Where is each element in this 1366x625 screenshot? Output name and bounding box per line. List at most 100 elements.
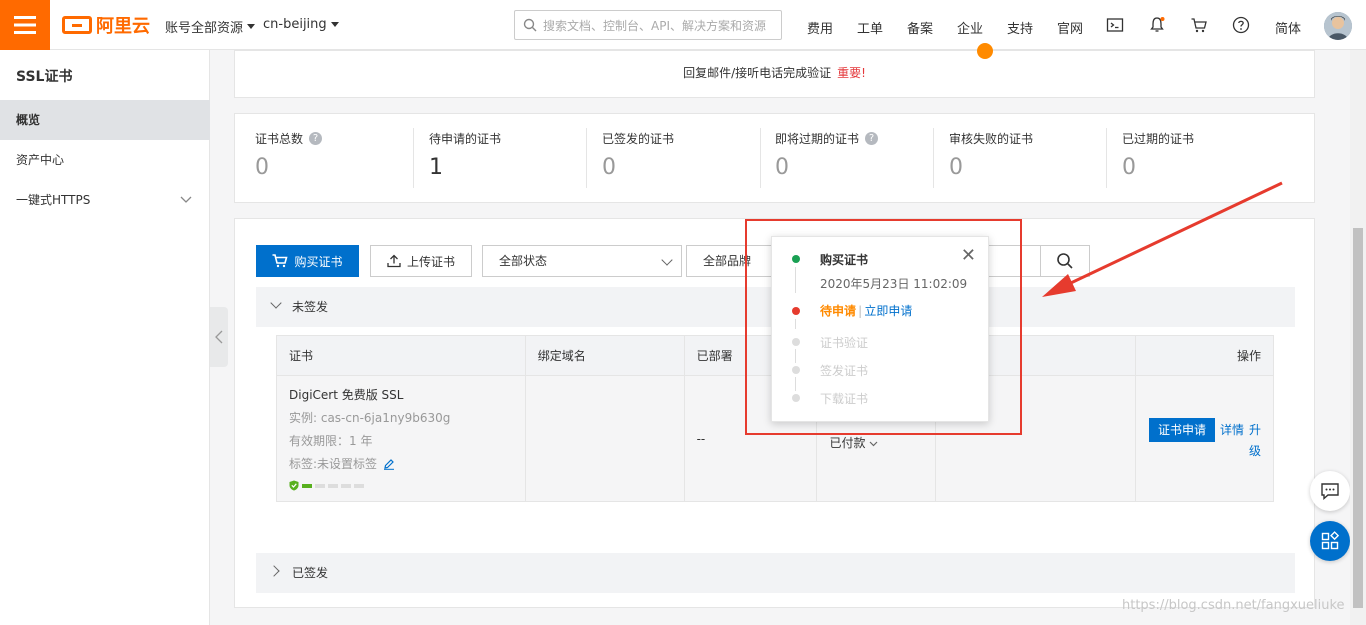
stat-value: 0 [1122,155,1136,180]
language-switch[interactable]: 简体 [1275,18,1301,37]
feedback-button[interactable] [1310,471,1350,511]
cart-icon [272,254,289,268]
status-filter-select[interactable]: 全部状态 [482,245,682,277]
notice-message: 回复邮件/接听电话完成验证 [683,66,832,80]
stat-issued[interactable]: 已签发的证书 0 [602,130,772,190]
sidebar-item-overview[interactable]: 概览 [0,100,210,140]
apps-icon [1321,531,1340,550]
certificate-name: DigiCert 免费版 SSL [289,388,404,402]
column-header-domain: 绑定域名 [524,335,685,376]
stat-value: 0 [775,155,789,180]
stat-value: 0 [255,155,269,180]
nav-tickets[interactable]: 工单 [857,18,883,37]
watermark-text: https://blog.csdn.net/fangxueliuke [1122,598,1345,613]
region-label: cn-beijing [263,17,327,32]
cell-certificate: DigiCert 免费版 SSL 实例: cas-cn-6ja1ny9b630g… [276,375,526,502]
meter-segment [328,483,338,488]
question-icon[interactable]: ? [309,132,323,145]
account-scope-dropdown[interactable]: 账号全部资源 [165,17,256,36]
certificate-tag: 标签:未设置标签 [289,455,524,472]
nav-billing[interactable]: 费用 [807,18,833,37]
nav-icp[interactable]: 备案 [907,18,933,37]
upload-certificate-label: 上传证书 [406,254,455,269]
upgrade-link[interactable]: 升级 [1249,423,1261,458]
certificate-validity: 有效期限：1 年 [289,434,373,448]
logo-text: 阿里云 [96,16,150,37]
stat-label: 已签发的证书 [602,132,675,146]
meter-segment [315,483,325,488]
edit-icon[interactable] [383,458,395,470]
nav-enterprise[interactable]: 企业 [957,18,983,37]
group-signed-header[interactable]: 已签发 [256,553,1295,593]
logo-mark-icon [62,16,92,34]
page-scrollbar[interactable] [1350,50,1366,625]
notice-text: 回复邮件/接听电话完成验证 重要! [235,64,1314,81]
nav-support[interactable]: 支持 [1007,18,1033,37]
notice-step-dot [977,43,993,59]
user-avatar[interactable] [1324,12,1352,40]
question-icon[interactable]: ? [865,132,879,145]
menu-button[interactable] [0,0,50,50]
buy-certificate-button[interactable]: 购买证书 [256,245,359,277]
stat-value: 1 [429,155,443,180]
group-unsigned-label: 未签发 [292,300,329,314]
red-arrow-annotation [1042,181,1283,297]
meter-segment [354,483,364,488]
security-level-meter [289,480,524,491]
bell-icon[interactable] [1148,16,1166,34]
column-header-certificate: 证书 [276,335,526,376]
stat-value: 0 [949,155,963,180]
nav-official-site[interactable]: 官网 [1057,18,1083,37]
stat-label: 即将过期的证书 [775,132,860,146]
cart-icon[interactable] [1190,16,1208,34]
certificate-instance: 实例: cas-cn-6ja1ny9b630g [289,411,451,425]
scrollbar-thumb[interactable] [1353,228,1363,608]
sidebar: SSL证书 概览 资产中心 一键式HTTPS [0,50,210,625]
shield-check-icon [289,480,299,491]
help-icon[interactable] [1232,16,1250,34]
stat-expiring[interactable]: 即将过期的证书? 0 [775,130,945,190]
group-signed-label: 已签发 [292,566,329,580]
caret-down-icon [247,24,256,29]
meter-segment [302,483,312,488]
stat-label: 已过期的证书 [1122,132,1195,146]
chat-icon [1321,483,1339,501]
chevron-left-icon [215,330,223,344]
stat-label: 审核失败的证书 [949,132,1034,146]
apply-certificate-button[interactable]: 证书申请 [1148,418,1215,442]
chevron-right-icon [268,565,280,577]
terminal-icon[interactable] [1106,16,1124,34]
details-link[interactable]: 详情 [1220,423,1244,437]
column-header-actions: 操作 [1135,335,1274,376]
upload-icon [387,254,401,268]
sidebar-item-one-click-https[interactable]: 一键式HTTPS [0,180,210,220]
stat-value: 0 [602,155,616,180]
status-filter-value: 全部状态 [499,254,548,268]
aliyun-logo[interactable]: 阿里云 [62,13,150,37]
chevron-down-icon [869,441,878,447]
verification-notice: 回复邮件/接听电话完成验证 重要! [234,43,1315,98]
sidebar-collapse-toggle[interactable] [210,307,228,367]
stat-divider [760,128,761,188]
stat-divider [586,128,587,188]
cell-domain [524,375,685,502]
app-grid-button[interactable] [1310,521,1350,561]
stat-pending[interactable]: 待申请的证书 1 [429,130,599,190]
highlight-box [745,219,1022,435]
status-label: 已付款 [829,436,866,450]
upload-certificate-button[interactable]: 上传证书 [370,245,472,277]
region-dropdown[interactable]: cn-beijing [263,17,339,32]
cell-actions: 证书申请 详情 升级 [1135,375,1274,502]
search-placeholder: 搜索文档、控制台、API、解决方案和资源 [543,18,766,33]
sidebar-item-assets[interactable]: 资产中心 [0,140,210,180]
buy-certificate-label: 购买证书 [294,254,343,269]
stat-total[interactable]: 证书总数? 0 [255,130,425,190]
hamburger-icon [14,16,36,34]
stat-label: 待申请的证书 [429,132,502,146]
global-search-input[interactable]: 搜索文档、控制台、API、解决方案和资源 [514,10,782,40]
account-scope-label: 账号全部资源 [165,21,244,36]
notice-important: 重要! [837,66,866,80]
status-dropdown[interactable]: 已付款 [829,436,878,450]
sidebar-title: SSL证书 [16,69,73,85]
chevron-down-icon [270,297,282,309]
